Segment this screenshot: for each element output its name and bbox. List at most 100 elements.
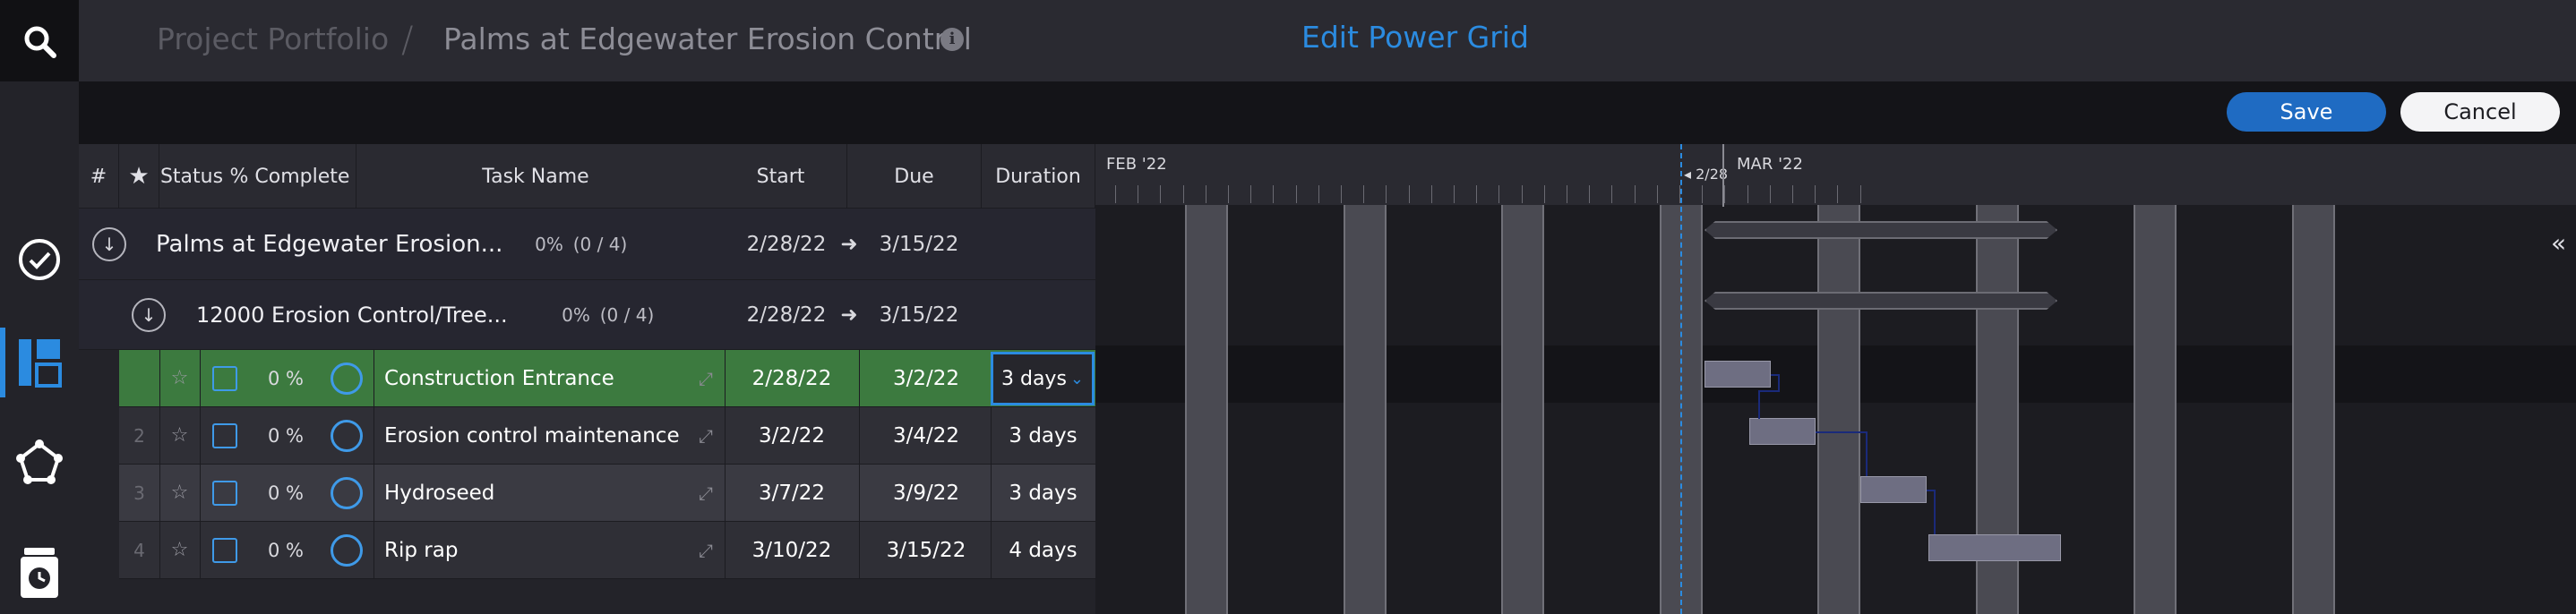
task-name[interactable]: Construction Entrance [384, 350, 614, 406]
task-row[interactable]: 4 ☆ 0 % Rip rap ⤢ 3/10/22 3/15/22 4 days [119, 522, 1095, 579]
weekend-column [1344, 205, 1387, 614]
col-percent-complete[interactable]: % Complete [224, 144, 356, 209]
gantt-timeline-header: FEB '22 MAR '22 ◂ 2/28 [1095, 144, 2576, 205]
project-summary-bar[interactable] [1704, 221, 2057, 239]
project-row[interactable]: ↓ Palms at Edgewater Erosion... 0% (0 / … [79, 209, 1095, 280]
breadcrumb-root[interactable]: Project Portfolio [157, 21, 389, 56]
task-due[interactable]: 3/2/22 [859, 350, 993, 406]
star-icon[interactable]: ☆ [171, 424, 189, 447]
task-percent[interactable]: 0 % [250, 465, 322, 521]
task-number: 4 [133, 539, 145, 561]
grid-nav-button[interactable] [0, 331, 79, 394]
task-row[interactable]: ☆ 0 % Construction Entrance ⤢ 2/28/22 3/… [119, 350, 1095, 407]
col-number[interactable]: # [79, 144, 119, 209]
collapse-down-icon[interactable]: ↓ [92, 226, 126, 261]
col-task-name[interactable]: Task Name [356, 144, 715, 209]
task-name[interactable]: Hydroseed [384, 465, 494, 521]
expand-icon[interactable]: ⤢ [699, 540, 713, 561]
weekend-column [1501, 205, 1544, 614]
task-checkbox[interactable] [212, 537, 237, 563]
collapse-panel-icon[interactable]: « [2551, 228, 2566, 258]
expand-icon[interactable]: ⤢ [699, 425, 713, 447]
task-start[interactable]: 3/2/22 [725, 407, 859, 464]
task-bar[interactable] [1928, 534, 2061, 561]
task-bar[interactable] [1860, 476, 1927, 503]
timeline-tick [1228, 185, 1229, 203]
task-due[interactable]: 3/15/22 [859, 522, 993, 578]
col-due[interactable]: Due [847, 144, 982, 209]
star-icon[interactable]: ☆ [171, 482, 189, 504]
task-row[interactable]: 2 ☆ 0 % Erosion control maintenance ⤢ 3/… [119, 407, 1095, 465]
task-percent[interactable]: 0 % [250, 407, 322, 464]
timesheet-nav-button[interactable] [0, 542, 79, 604]
task-bar[interactable] [1749, 418, 1816, 445]
task-start[interactable]: 3/7/22 [725, 465, 859, 521]
search-button[interactable] [0, 0, 79, 81]
task-percent[interactable]: 0 % [250, 350, 322, 406]
task-start[interactable]: 3/10/22 [725, 522, 859, 578]
col-start[interactable]: Start [715, 144, 847, 209]
col-duration[interactable]: Duration [982, 144, 1095, 209]
timeline-tick [1859, 185, 1861, 203]
task-due[interactable]: 3/9/22 [859, 465, 993, 521]
timeline-tick [1634, 185, 1636, 203]
task-checkbox[interactable] [212, 422, 237, 448]
task-bar[interactable] [1704, 361, 1771, 388]
project-start: 2/28/22 [746, 232, 827, 256]
task-duration[interactable]: 3 days [991, 407, 1095, 464]
timeline-tick [1408, 185, 1410, 203]
timeline-tick [1454, 185, 1455, 203]
layout-board-icon [19, 339, 62, 388]
collapse-down-icon[interactable]: ↓ [132, 297, 166, 332]
col-star[interactable]: ★ [119, 144, 159, 209]
search-icon [24, 26, 56, 58]
task-duration: 3 days [1000, 367, 1067, 390]
task-due[interactable]: 3/4/22 [859, 407, 993, 464]
status-circle-icon[interactable] [331, 362, 363, 395]
breadcrumb-current: Palms at Edgewater Erosion Control [443, 21, 972, 56]
status-circle-icon[interactable] [331, 476, 363, 509]
subproject-summary-bar[interactable] [1704, 292, 2057, 310]
chevron-down-icon[interactable]: ⌄ [1070, 370, 1084, 388]
task-start[interactable]: 2/28/22 [725, 350, 859, 406]
task-checkbox[interactable] [212, 480, 237, 506]
arrow-right-icon: ➜ [840, 232, 858, 256]
expand-icon[interactable]: ⤢ [699, 482, 713, 504]
clock-jar-icon [21, 548, 58, 598]
gantt-selected-row-overlay [1095, 345, 2576, 403]
star-icon[interactable]: ☆ [171, 539, 189, 561]
status-circle-icon[interactable] [331, 533, 363, 567]
task-duration[interactable]: 4 days [991, 522, 1095, 578]
project-count: (0 / 4) [572, 233, 628, 255]
task-row[interactable]: 3 ☆ 0 % Hydroseed ⤢ 3/7/22 3/9/22 3 days [119, 465, 1095, 522]
task-percent[interactable]: 0 % [250, 522, 322, 578]
task-number: 2 [133, 424, 145, 447]
task-duration[interactable]: 3 days [991, 465, 1095, 521]
cancel-button[interactable]: Cancel [2400, 92, 2560, 132]
timeline-tick [1543, 185, 1545, 203]
duration-editor[interactable]: 3 days ⌄ [991, 352, 1095, 405]
today-label: ◂ 2/28 [1684, 166, 1729, 183]
expand-icon[interactable]: ⤢ [699, 368, 713, 389]
task-name[interactable]: Rip rap [384, 522, 458, 578]
save-button[interactable]: Save [2227, 92, 2386, 132]
info-icon[interactable]: i [940, 28, 964, 51]
timeline-tick [1747, 185, 1748, 203]
star-icon[interactable]: ☆ [171, 367, 189, 389]
timeline-tick [1115, 185, 1116, 203]
col-status[interactable]: Status [159, 144, 224, 209]
task-name[interactable]: Erosion control maintenance [384, 407, 680, 464]
status-circle-icon[interactable] [331, 419, 363, 452]
network-nav-button[interactable] [0, 431, 79, 494]
tasks-nav-button[interactable] [0, 228, 79, 291]
task-checkbox[interactable] [212, 365, 237, 391]
subproject-row[interactable]: ↓ 12000 Erosion Control/Tree... 0% (0 / … [79, 280, 1095, 350]
timeline-tick [1318, 185, 1319, 203]
arrow-right-icon: ➜ [840, 303, 858, 327]
timeline-tick [1815, 185, 1816, 203]
check-circle-icon [19, 239, 60, 280]
gantt-chart[interactable]: FEB '22 MAR '22 ◂ 2/28 [1095, 144, 2576, 614]
breadcrumb-separator: / [401, 20, 414, 61]
weekend-column [2292, 205, 2335, 614]
timeline-tick [1521, 185, 1523, 203]
